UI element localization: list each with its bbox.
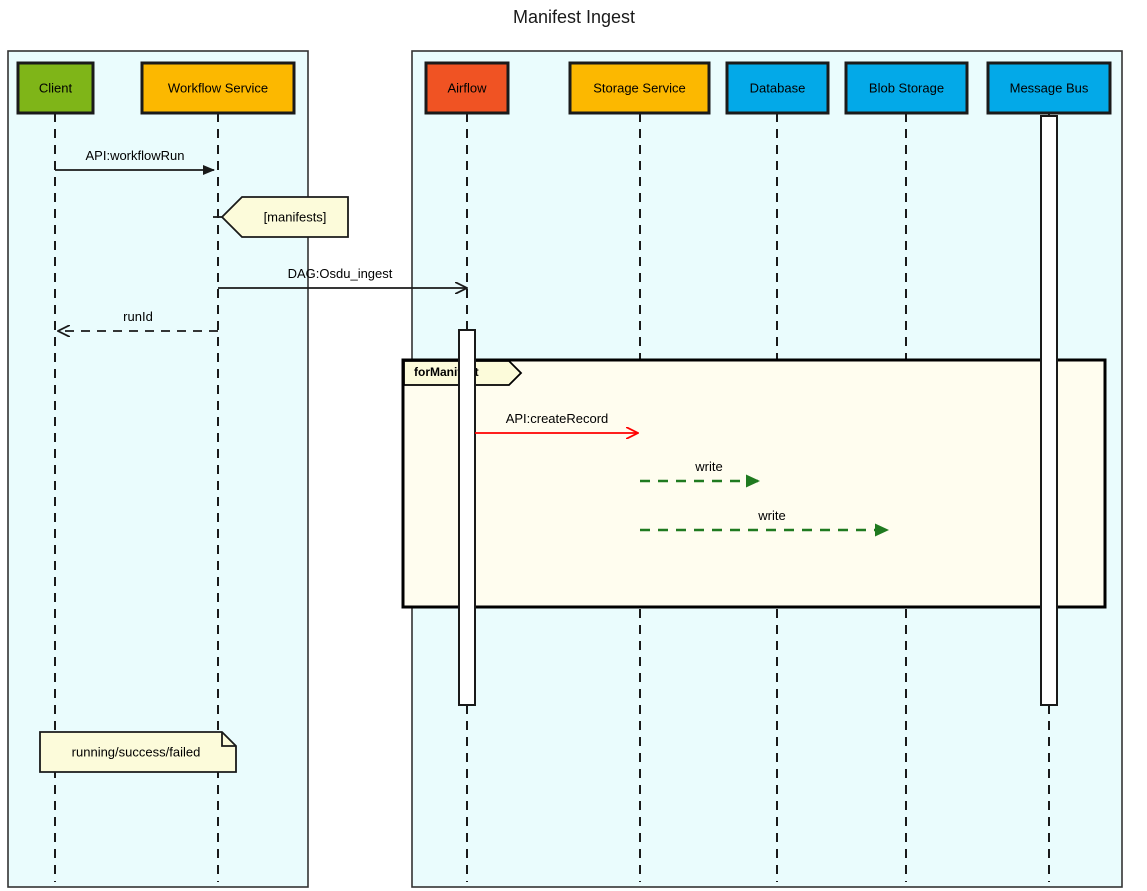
participant-client[interactable]: Client	[16, 61, 95, 115]
activation-message-bus	[1040, 115, 1058, 706]
participant-message-bus[interactable]: Message Bus	[986, 61, 1112, 115]
note-running-success-failed[interactable]: running/success/failed	[39, 731, 237, 773]
note-manifests-label: [manifests]	[264, 209, 327, 224]
participant-airflow[interactable]: Airflow	[424, 61, 510, 115]
sequence-diagram-canvas: Manifest Ingest forManifest Client Workf…	[0, 0, 1147, 891]
participant-storage-service-label: Storage Service	[593, 80, 686, 95]
fragment-body	[401, 358, 1107, 609]
participant-storage-service[interactable]: Storage Service	[568, 61, 711, 115]
participant-database[interactable]: Database	[725, 61, 830, 115]
page-title: Manifest Ingest	[513, 7, 635, 27]
message-label-write-blob-storage: write	[757, 508, 785, 523]
message-label-runid: runId	[123, 309, 153, 324]
message-label-api-createrecord: API:createRecord	[506, 411, 609, 426]
message-label-api-workflowrun-1: API:workflowRun	[86, 148, 185, 163]
participant-message-bus-label: Message Bus	[1010, 80, 1089, 95]
fragment-forManifest: forManifest	[401, 358, 1107, 609]
participant-blob-storage[interactable]: Blob Storage	[844, 61, 969, 115]
participant-database-label: Database	[750, 80, 806, 95]
participant-airflow-label: Airflow	[447, 80, 487, 95]
participant-workflow-service[interactable]: Workflow Service	[140, 61, 296, 115]
message-label-dag-osdu-ingest: DAG:Osdu_ingest	[288, 266, 393, 281]
participant-blob-storage-label: Blob Storage	[869, 80, 944, 95]
message-label-write-database: write	[694, 459, 722, 474]
diagram-svg: Manifest Ingest forManifest Client Workf…	[7, 7, 1123, 888]
note-status-label: running/success/failed	[72, 744, 201, 759]
activation-airflow	[458, 329, 476, 706]
participant-client-label: Client	[39, 80, 73, 95]
participant-workflow-service-label: Workflow Service	[168, 80, 268, 95]
